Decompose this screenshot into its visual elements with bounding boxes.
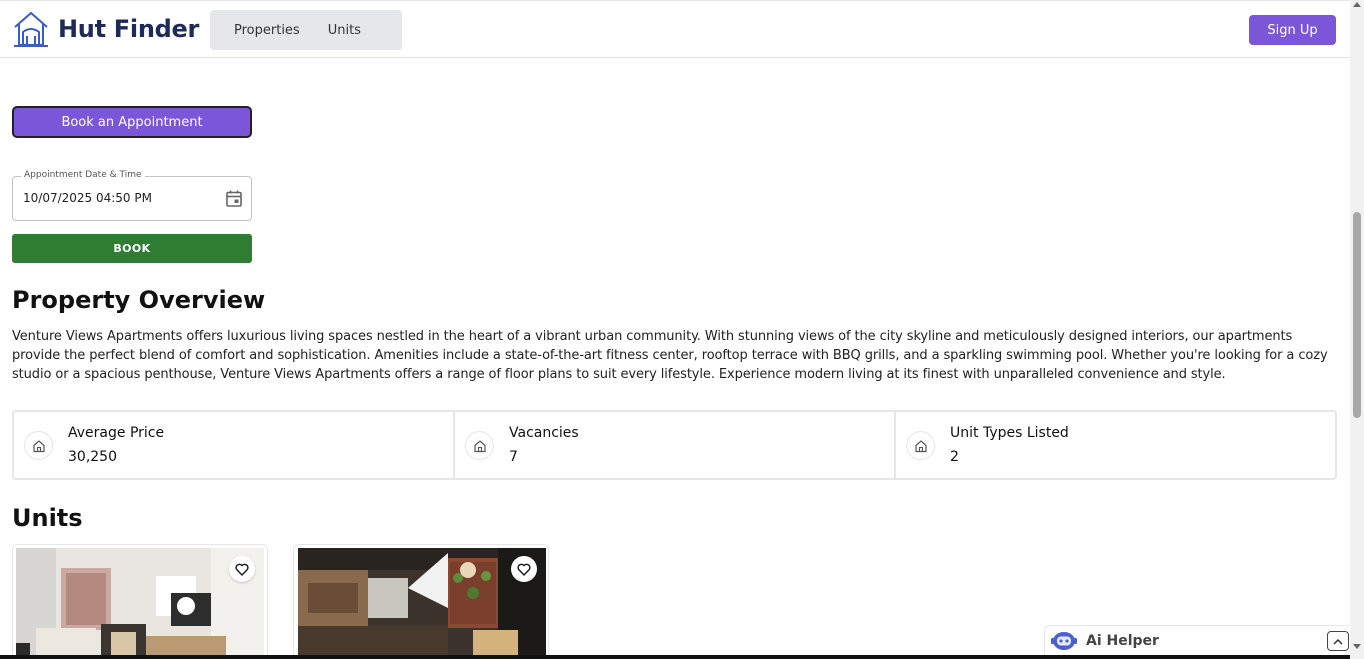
scroll-down-arrow-icon[interactable] — [1353, 644, 1361, 649]
stat-unit-types: Unit Types Listed 2 — [896, 412, 1335, 478]
scroll-up-arrow-icon[interactable] — [1353, 2, 1361, 7]
ai-helper-expand-button[interactable] — [1327, 631, 1349, 651]
book-appointment-button[interactable]: Book an Appointment — [12, 106, 252, 138]
home-icon — [906, 431, 935, 460]
stat-label: Average Price — [68, 425, 165, 441]
kitchen-photo[interactable] — [298, 548, 546, 658]
scroll-thumb[interactable] — [1353, 212, 1361, 418]
favorite-button[interactable] — [511, 556, 537, 582]
stat-label: Unit Types Listed — [950, 425, 1069, 441]
sign-up-button[interactable]: Sign Up — [1249, 15, 1336, 45]
unit-card[interactable] — [293, 544, 549, 659]
bottom-edge — [0, 655, 1350, 659]
top-header: Hut Finder Properties Units Sign Up — [0, 0, 1350, 58]
stat-label: Vacancies — [509, 425, 579, 441]
home-icon — [24, 431, 53, 460]
brand-name: Hut Finder — [58, 15, 200, 43]
house-logo-icon — [14, 11, 48, 47]
stat-vacancies: Vacancies 7 — [455, 412, 896, 478]
living-room-photo[interactable] — [16, 548, 264, 658]
stat-average-price: Average Price 30,250 — [14, 412, 455, 478]
ai-helper-label: Ai Helper — [1086, 633, 1159, 649]
appointment-datetime-field[interactable]: Appointment Date & Time 10/07/2025 04:50… — [12, 170, 252, 221]
unit-card[interactable] — [12, 544, 268, 659]
stat-value: 30,250 — [68, 449, 117, 465]
heart-icon — [517, 563, 531, 576]
main-nav: Properties Units — [210, 10, 402, 50]
book-button[interactable]: BOOK — [12, 234, 252, 263]
overview-description: Venture Views Apartments offers luxuriou… — [12, 329, 1328, 382]
overview-title: Property Overview — [12, 286, 266, 314]
chevron-up-icon — [1333, 638, 1343, 645]
property-stats: Average Price 30,250 Vacancies 7 Unit Ty… — [12, 410, 1337, 480]
appointment-datetime-label: Appointment Date & Time — [21, 170, 145, 180]
page-scrollbar[interactable] — [1350, 0, 1364, 659]
heart-icon — [235, 563, 249, 576]
calendar-icon[interactable] — [226, 190, 242, 207]
robot-icon — [1051, 632, 1077, 650]
ai-helper-panel[interactable]: Ai Helper — [1044, 625, 1350, 659]
stat-value: 7 — [509, 449, 518, 465]
stat-value: 2 — [950, 449, 959, 465]
favorite-button[interactable] — [229, 556, 255, 582]
appointment-datetime-value[interactable]: 10/07/2025 04:50 PM — [23, 191, 152, 205]
home-icon — [465, 431, 494, 460]
nav-properties[interactable]: Properties — [210, 23, 300, 38]
brand-logo[interactable]: Hut Finder — [12, 10, 199, 48]
units-title: Units — [12, 504, 83, 532]
nav-units[interactable]: Units — [300, 23, 361, 38]
